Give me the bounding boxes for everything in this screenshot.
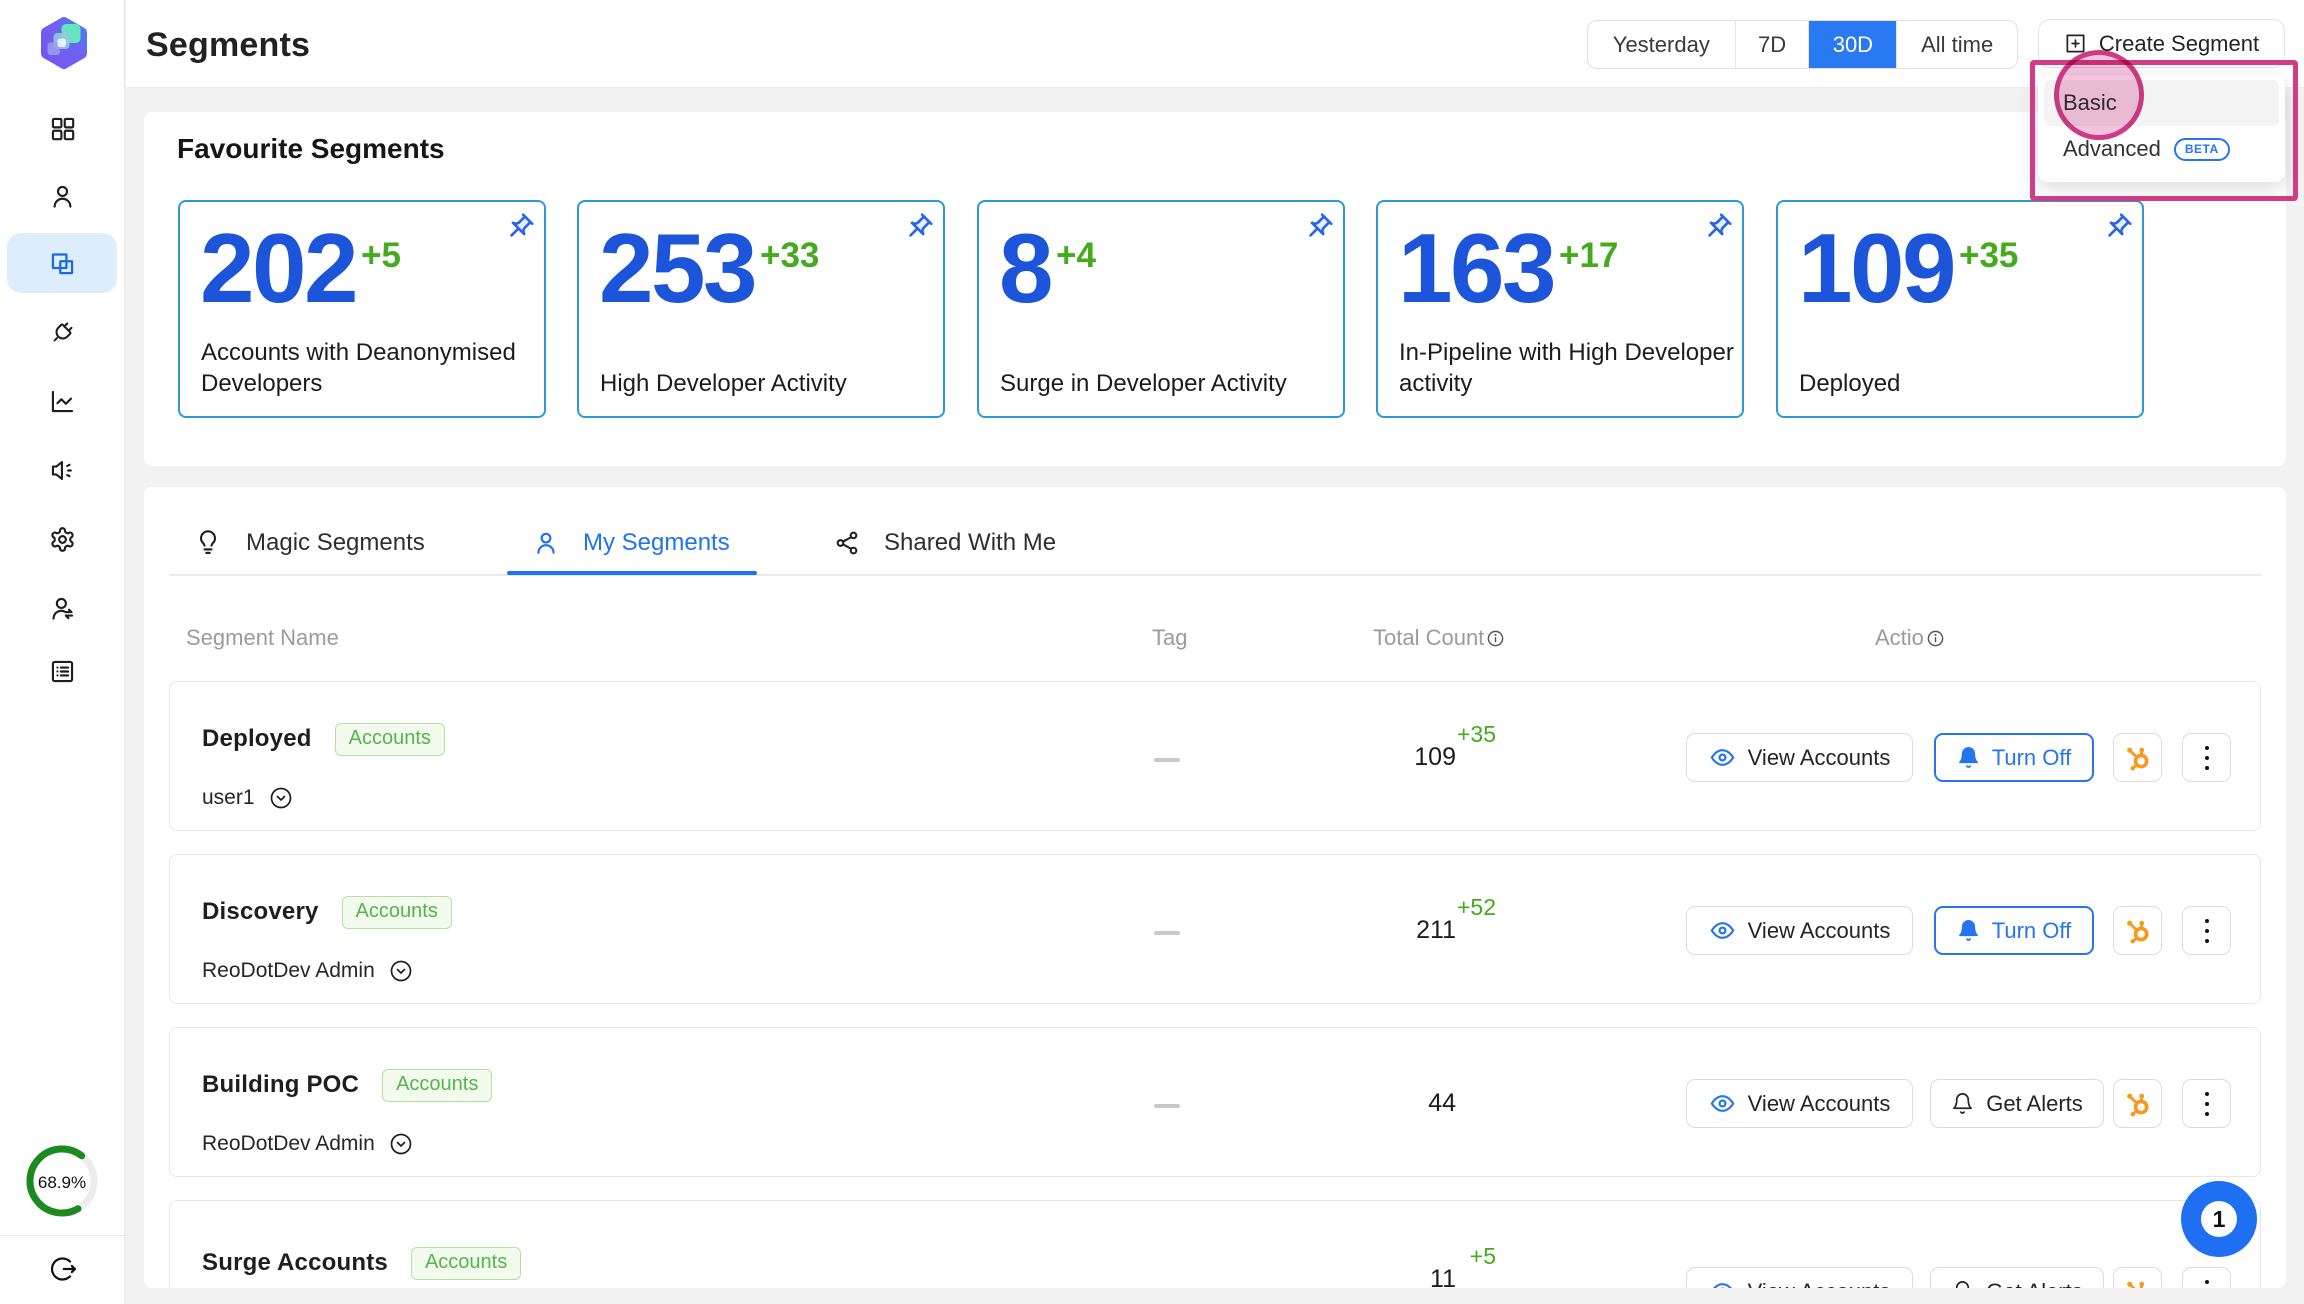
svg-text:68.9%: 68.9% [38,1173,86,1192]
